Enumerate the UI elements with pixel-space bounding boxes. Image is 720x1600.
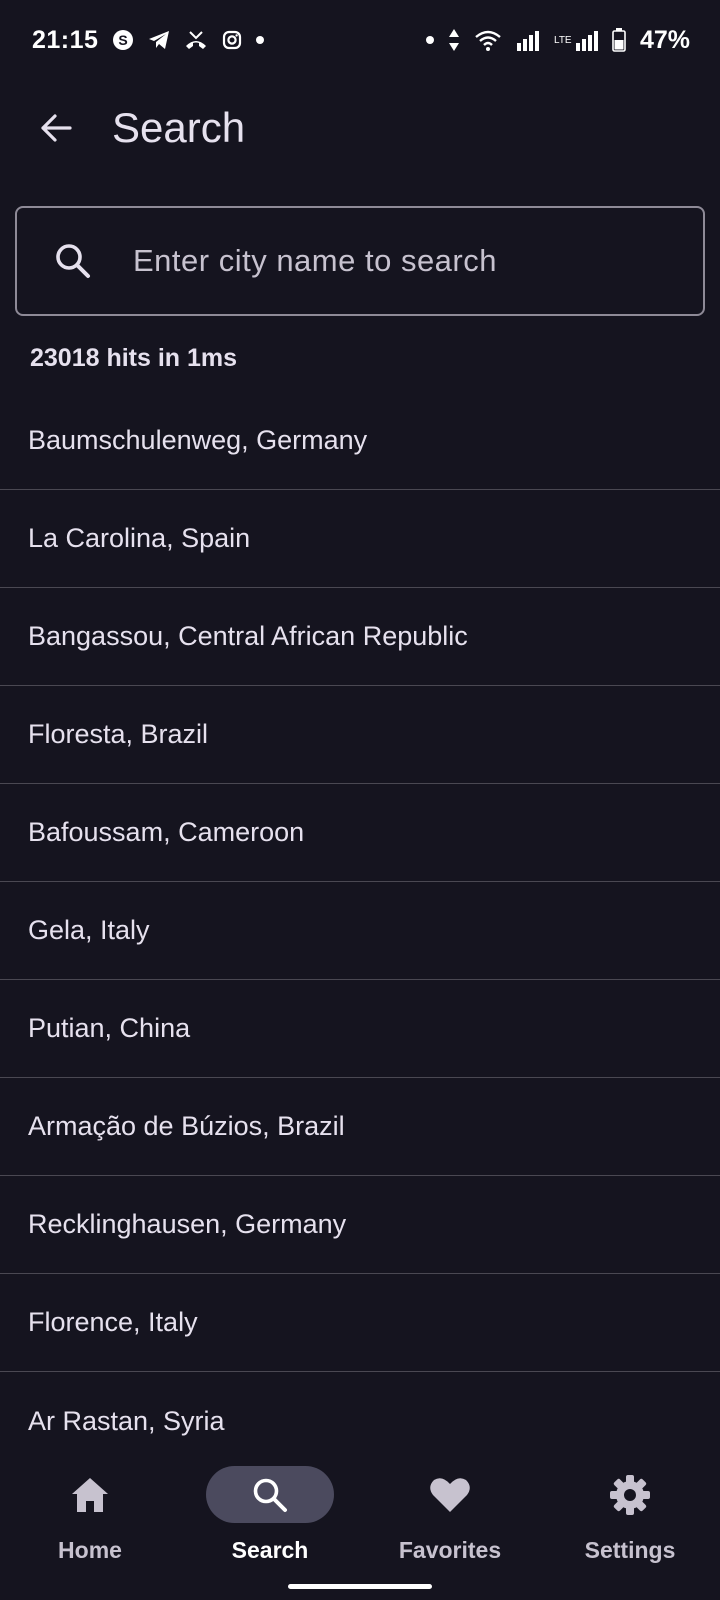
hits-count: 23018 hits in 1ms — [30, 344, 238, 372]
app-bar: Search — [0, 84, 720, 172]
list-item[interactable]: La Carolina, Spain — [0, 490, 720, 588]
nav-label-home: Home — [58, 1537, 122, 1563]
list-item[interactable]: Floresta, Brazil — [0, 686, 720, 784]
nav-item-settings[interactable]: Settings — [540, 1444, 720, 1564]
missed-call-icon — [184, 30, 208, 50]
search-input[interactable] — [133, 208, 703, 314]
nav-label-search: Search — [231, 1537, 309, 1563]
battery-icon — [612, 28, 626, 52]
search-field[interactable] — [15, 206, 705, 316]
list-item[interactable]: Bangassou, Central African Republic — [0, 588, 720, 686]
skype-icon: S — [112, 29, 134, 51]
screen: 21:15 S LTE 47% Search Enter city name t… — [0, 0, 720, 1600]
list-item[interactable]: Florence, Italy — [0, 1274, 720, 1372]
list-item[interactable]: Putian, China — [0, 980, 720, 1078]
results-list: Baumschulenweg, Germany La Carolina, Spa… — [0, 392, 720, 1470]
nav-label-settings: Settings — [584, 1537, 676, 1563]
nav-icon-container — [26, 1466, 154, 1523]
search-icon — [253, 1478, 287, 1512]
gear-icon — [610, 1474, 650, 1515]
list-item[interactable]: Recklinghausen, Germany — [0, 1176, 720, 1274]
status-left: 21:15 S — [32, 25, 265, 55]
search-icon — [43, 241, 103, 281]
heart-icon — [430, 1477, 470, 1512]
notification-dot-icon — [256, 36, 265, 44]
status-time: 21:15 — [32, 25, 99, 54]
back-button[interactable] — [28, 100, 84, 156]
wifi-icon — [474, 29, 502, 51]
lte-signal-icon: LTE — [554, 29, 598, 51]
svg-text:LTE: LTE — [554, 35, 572, 46]
instagram-icon — [222, 30, 242, 50]
nav-icon-container — [386, 1466, 514, 1523]
nav-label-favorites: Favorites — [398, 1537, 502, 1563]
status-right: LTE 47% — [425, 25, 690, 55]
nav-item-search[interactable]: Search — [180, 1444, 360, 1564]
nav-item-home[interactable]: Home — [0, 1444, 180, 1564]
status-bar: 21:15 S LTE 47% — [0, 0, 720, 80]
nav-icon-container — [566, 1466, 694, 1523]
signal-icon — [516, 29, 540, 51]
battery-percent: 47% — [639, 25, 690, 54]
home-indicator[interactable] — [288, 1584, 432, 1589]
list-item[interactable]: Armação de Búzios, Brazil — [0, 1078, 720, 1176]
dot-icon — [425, 36, 434, 44]
nav-icon-container — [206, 1466, 334, 1523]
arrow-back-icon — [41, 114, 72, 142]
nav-item-favorites[interactable]: Favorites — [360, 1444, 540, 1564]
list-item[interactable]: Gela, Italy — [0, 882, 720, 980]
list-item[interactable]: Baumschulenweg, Germany — [0, 392, 720, 490]
page-title: Search — [112, 104, 246, 151]
data-arrows-icon — [448, 28, 460, 52]
telegram-icon — [148, 30, 170, 50]
home-icon — [72, 1477, 108, 1512]
list-item[interactable]: Bafoussam, Cameroon — [0, 784, 720, 882]
svg-text:S: S — [119, 32, 128, 48]
bottom-navigation: Home Search Favorites Settings — [0, 1444, 720, 1600]
